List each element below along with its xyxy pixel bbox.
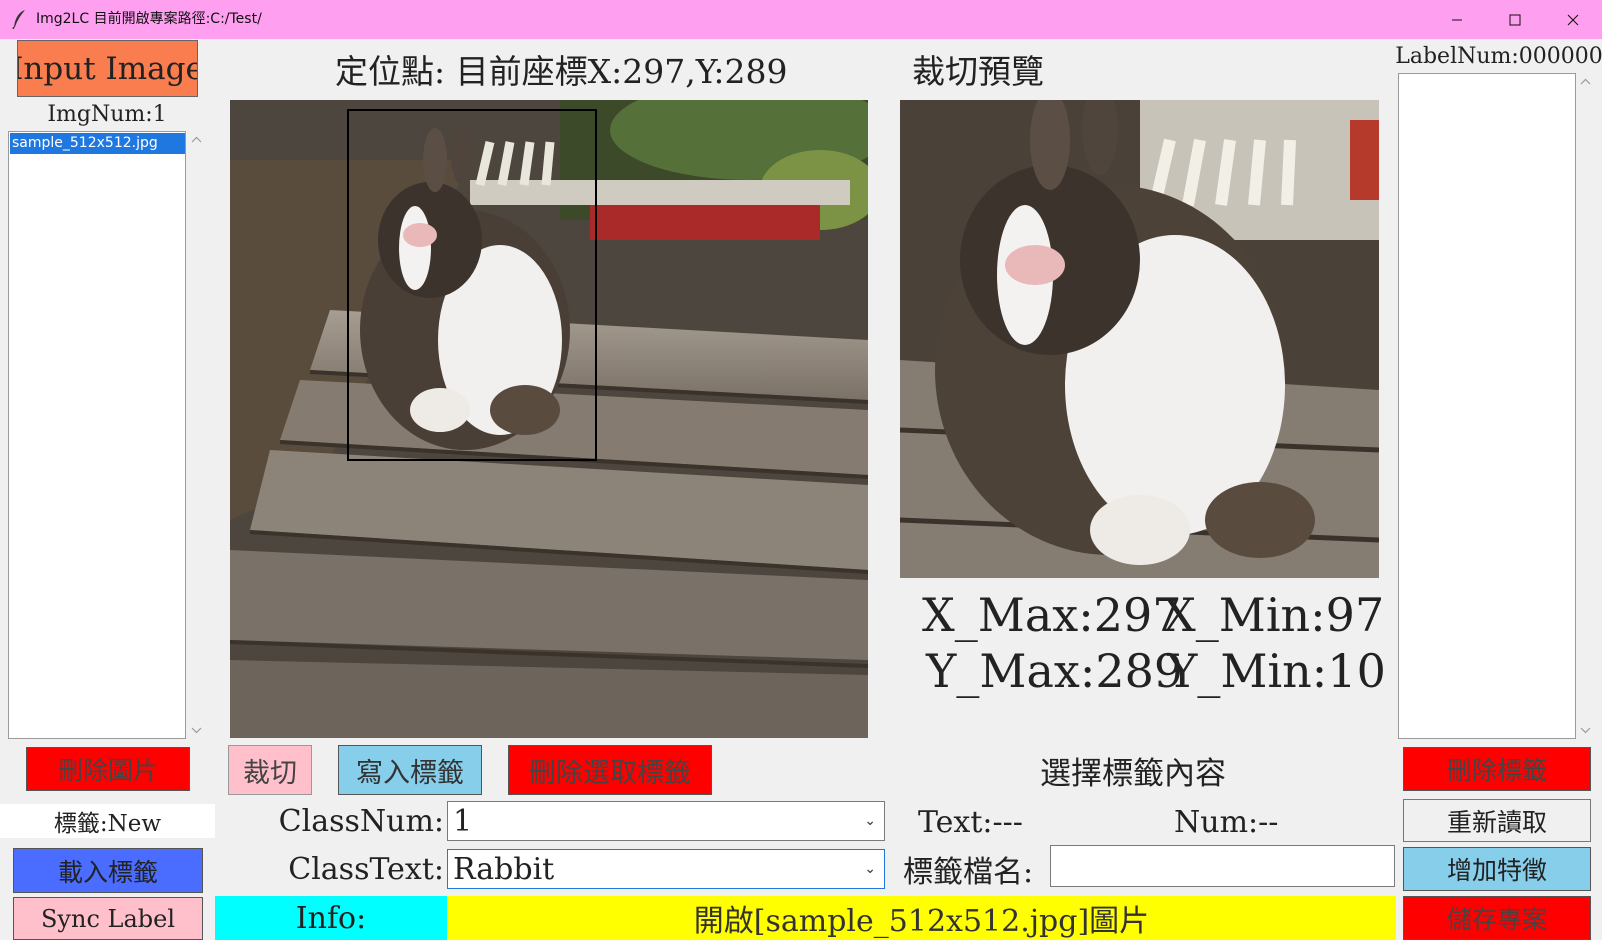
minimize-icon (1452, 19, 1462, 20)
main-image-canvas[interactable] (230, 100, 868, 738)
text-field: Text:--- (918, 804, 1023, 840)
maximize-icon (1509, 14, 1521, 25)
x-max-value: X_Max:297 (922, 588, 1182, 642)
add-feature-button[interactable]: 增加特徵 (1403, 847, 1591, 891)
info-label: Info: (215, 896, 447, 940)
crop-preview-title: 裁切預覽 (912, 52, 1044, 91)
classnum-label: ClassNum: (278, 803, 444, 839)
rabbit-photo (230, 100, 868, 738)
image-file-item[interactable]: sample_512x512.jpg (10, 133, 185, 154)
label-filename-value (1051, 846, 1056, 879)
label-status: 標籤:New (0, 804, 215, 838)
maximize-button[interactable] (1486, 0, 1544, 39)
close-button[interactable] (1544, 0, 1602, 39)
write-label-button[interactable]: 寫入標籤 (338, 745, 482, 795)
crop-preview-canvas (900, 100, 1379, 578)
label-list-scrollbar[interactable] (1577, 73, 1594, 739)
image-count: ImgNum:1 (47, 101, 167, 127)
image-list-scrollbar[interactable] (188, 131, 205, 739)
load-labels-button[interactable]: 載入標籤 (13, 848, 203, 893)
crop-button[interactable]: 裁切 (228, 745, 312, 795)
x-min-value: X_Min:97 (1163, 588, 1385, 642)
scroll-up-icon[interactable] (188, 131, 205, 148)
sync-label-button[interactable]: Sync Label (13, 897, 203, 940)
classnum-value: 1 (453, 803, 473, 839)
y-max-value: Y_Max:289 (926, 644, 1184, 698)
classtext-combobox[interactable]: Rabbit ⌄ (447, 849, 885, 889)
classtext-label: ClassText: (288, 851, 444, 887)
classtext-value: Rabbit (453, 851, 555, 887)
input-image-button[interactable]: Input Image (17, 40, 198, 97)
position-label: 定位點: 目前座標X:297,Y:289 (335, 52, 788, 91)
chevron-down-icon[interactable]: ⌄ (864, 813, 876, 829)
classnum-combobox[interactable]: 1 ⌄ (447, 801, 885, 841)
cropped-rabbit-photo (900, 100, 1379, 578)
num-field: Num:-- (1174, 804, 1279, 840)
label-filename-input[interactable] (1050, 845, 1395, 887)
minimize-button[interactable] (1428, 0, 1486, 39)
label-filename-label: 標籤檔名: (903, 855, 1034, 890)
window-title: Img2LC 目前開啟專案路徑:C:/Test/ (36, 11, 262, 27)
scroll-down-icon[interactable] (188, 722, 205, 739)
select-label-title: 選擇標籤內容 (1040, 755, 1226, 792)
chevron-down-icon[interactable]: ⌄ (864, 861, 876, 877)
label-count: LabelNum:000000 (1395, 43, 1602, 69)
delete-label-button[interactable]: 刪除標籤 (1403, 747, 1591, 791)
image-file-list[interactable]: sample_512x512.jpg (8, 131, 186, 739)
scroll-up-icon[interactable] (1577, 73, 1594, 90)
close-icon (1567, 14, 1579, 25)
info-message: 開啟[sample_512x512.jpg]圖片 (447, 896, 1396, 940)
label-list[interactable] (1398, 73, 1576, 739)
delete-image-button[interactable]: 刪除圖片 (26, 747, 190, 791)
reload-button[interactable]: 重新讀取 (1403, 799, 1591, 842)
feather-icon (12, 9, 28, 30)
y-min-value: Y_Min:10 (1167, 644, 1386, 698)
scroll-down-icon[interactable] (1577, 722, 1594, 739)
save-project-button[interactable]: 儲存專案 (1403, 896, 1591, 940)
delete-selected-label-button[interactable]: 刪除選取標籤 (508, 745, 712, 795)
